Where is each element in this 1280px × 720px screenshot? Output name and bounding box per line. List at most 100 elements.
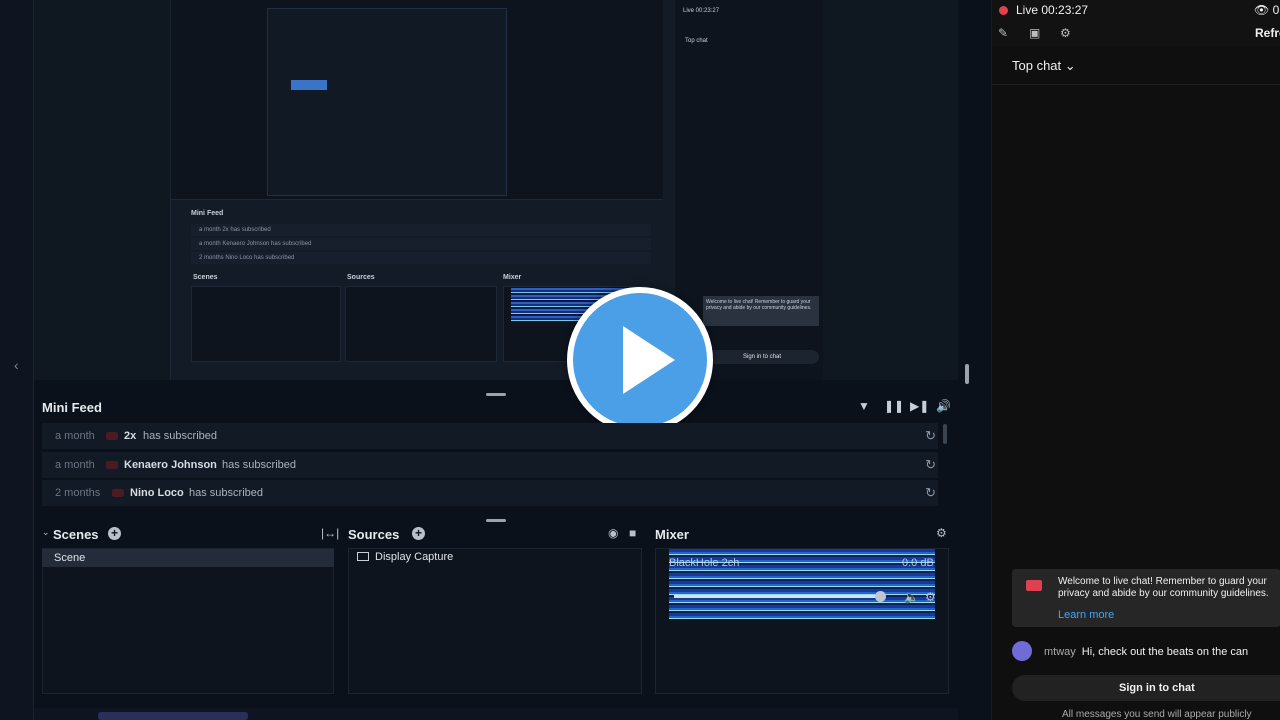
subscriber-badge-icon [106,432,118,440]
skip-icon[interactable]: ▶❚ [910,399,929,413]
nested-top-chat: Top chat [685,38,708,44]
nested-mixer-title: Mixer [503,274,522,281]
divider [992,84,1280,85]
volume-slider[interactable] [674,595,880,598]
feed-name: Nino Loco [130,487,184,499]
nested-welcome: Welcome to live chat! Remember to guard … [703,296,819,326]
refresh-button[interactable]: Refre [1255,26,1280,40]
chevron-down-icon[interactable]: ⌄ [42,527,50,538]
nested-meter [291,80,327,90]
chat-mode-label: Top chat [1012,58,1062,73]
subscriber-badge-icon [112,489,124,497]
sign-in-button[interactable]: Sign in to chat [1012,675,1280,701]
chat-message: mtway Hi, check out the beats on the can [1012,641,1248,661]
pause-icon[interactable]: ❚❚ [884,399,904,413]
avatar[interactable] [1012,641,1032,661]
docks-drag-handle[interactable] [486,519,506,522]
volume-slider-knob[interactable] [875,591,886,602]
left-dock: ‹ [0,0,34,720]
transition-icon[interactable]: |↔| [321,526,339,540]
mini-feed-controls: ▼ ❚❚ ▶❚ 🔊 [858,399,951,413]
monitor-icon [357,552,369,561]
nested-feed-row: 2 months Nino Loco has subscribed [191,252,651,264]
filter-icon[interactable]: ▼ [858,399,870,413]
live-timer: 00:23:27 [1041,3,1089,17]
viewer-count: 👁 0 [1254,3,1280,17]
replay-icon[interactable]: ↻ [925,452,936,478]
mixer-title: Mixer [655,527,689,542]
subscriber-badge-icon [106,461,118,469]
welcome-banner: Welcome to live chat! Remember to guard … [1012,569,1280,627]
nested-sources-panel [345,286,497,362]
add-source-icon[interactable]: + [412,527,425,540]
nested-feed-row: a month Kenaero Johnson has subscribed [191,238,651,250]
chat-header: Live 00:23:27 👁 0 ✎ ▣ ⚙ Refre [992,0,1280,46]
feed-time: a month [55,430,95,442]
mute-icon[interactable]: 🔈 [904,590,919,604]
message-author[interactable]: mtway [1044,646,1076,658]
nested-sources-title: Sources [347,274,375,281]
feed-action: has subscribed [143,430,217,442]
learn-more-link[interactable]: Learn more [1058,609,1114,621]
replay-icon[interactable]: ↻ [925,480,936,506]
message-text: Hi, check out the beats on the can [1081,646,1249,658]
list-item: a month 2x has subscribed ↻ [42,423,938,449]
play-button[interactable] [567,287,713,433]
mixer-db: 0.0 dB [902,557,934,569]
nested-scenes-title: Scenes [193,274,218,281]
mini-feed-title: Mini Feed [42,400,102,415]
source-label: Display Capture [375,551,454,563]
feed-name: 2x [124,430,137,442]
folder-icon[interactable]: ■ [629,526,636,540]
scene-item[interactable]: Scene [42,549,334,567]
go-live-bar[interactable] [98,712,248,720]
public-note: All messages you send will appear public… [1062,709,1252,720]
dock-divider [960,0,990,720]
scrollbar[interactable] [943,424,947,444]
nested-feed-row: a month 2x has subscribed [191,224,651,236]
nested-sign-in: Sign in to chat [705,350,819,364]
list-item: 2 months Nino Loco has subscribed ↻ [42,480,938,506]
replay-icon[interactable]: ↻ [925,423,936,449]
scenes-panel [42,548,334,694]
chevron-left-icon[interactable]: ‹ [14,357,19,373]
list-item: a month Kenaero Johnson has subscribed ↻ [42,452,938,478]
gear-icon[interactable]: ⚙ [936,526,947,540]
feed-action: has subscribed [222,459,296,471]
live-chat: Live 00:23:27 👁 0 ✎ ▣ ⚙ Refre Top chat ⌄… [991,0,1280,720]
sources-panel [348,548,642,694]
feed-time: 2 months [55,487,101,499]
nested-preview [171,0,663,200]
stream-preview[interactable]: Mini Feed a month 2x has subscribed a mo… [34,0,958,380]
live-indicator-icon [999,6,1008,15]
mini-feed-drag-handle[interactable] [486,393,506,396]
feed-time: a month [55,459,95,471]
source-item[interactable]: Display Capture [357,551,453,563]
top-chat-dropdown[interactable]: Top chat ⌄ [1012,58,1076,74]
add-scene-icon[interactable]: + [108,527,121,540]
welcome-text: Welcome to live chat! Remember to guard … [1058,576,1269,599]
mixer-settings-icon[interactable]: ⚙ [925,590,936,604]
live-status: Live 00:23:27 [1016,3,1088,17]
feed-action: has subscribed [189,487,263,499]
nested-mini-feed-title: Mini Feed [191,210,224,217]
scenes-title: Scenes [53,527,99,542]
nested-inner-preview [267,8,507,196]
camera-icon[interactable]: ▣ [1029,26,1040,40]
nested-capture: Mini Feed a month 2x has subscribed a mo… [170,0,823,380]
resize-handle[interactable] [965,364,969,384]
bottom-bar [34,708,958,720]
pencil-icon[interactable]: ✎ [998,26,1008,40]
sources-title: Sources [348,527,400,542]
source-group-icon[interactable]: ◉ [608,526,618,540]
volume-icon[interactable]: 🔊 [936,399,951,413]
nested-scenes-panel [191,286,341,362]
gear-icon[interactable]: ⚙ [1060,26,1071,40]
feed-name: Kenaero Johnson [124,459,217,471]
play-icon [623,326,675,394]
chevron-down-icon: ⌄ [1064,58,1076,73]
mixer-track-name: BlackHole 2ch [669,557,740,569]
youtube-icon [1026,580,1042,591]
live-label: Live [1016,3,1039,17]
viewer-number: 0 [1272,3,1280,17]
